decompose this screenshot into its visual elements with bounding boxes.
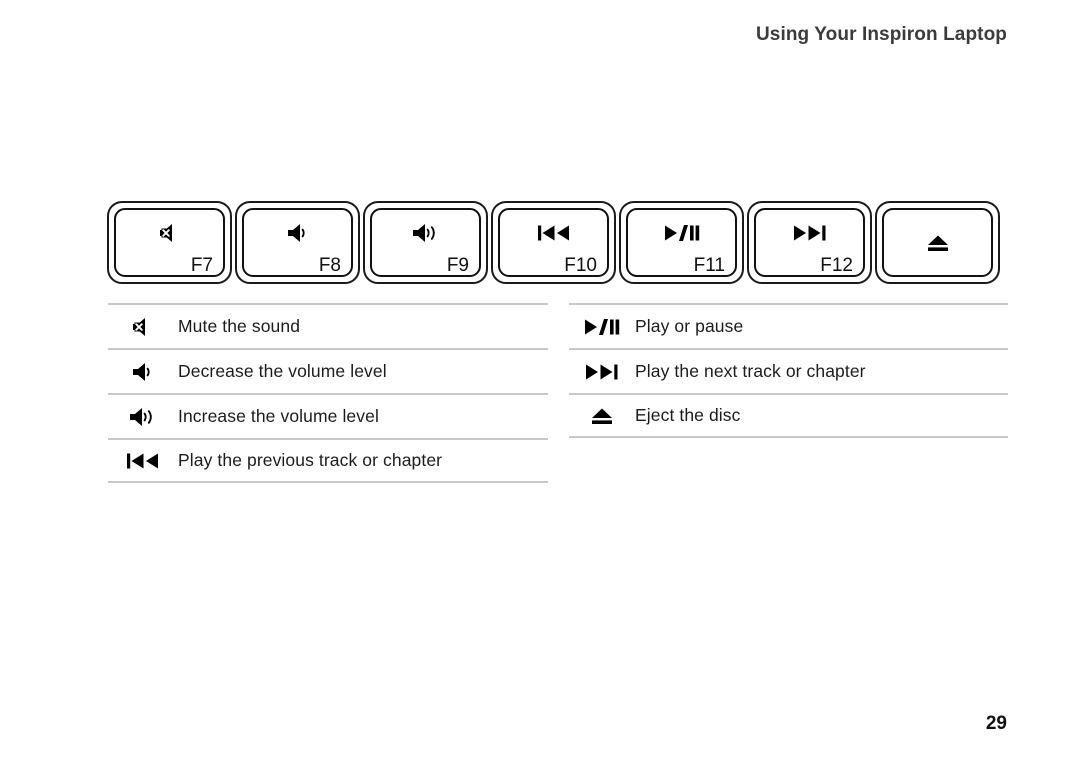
mute-icon	[108, 314, 178, 340]
page-number: 29	[985, 713, 1007, 734]
play-pause-icon	[621, 220, 742, 246]
key-f8-volume-down[interactable]: F8	[235, 201, 360, 284]
previous-track-icon	[493, 220, 614, 246]
key-label: F11	[693, 255, 725, 276]
key-f7-mute[interactable]: F7	[107, 201, 232, 284]
list-item-label: Play the next track or chapter	[635, 361, 866, 381]
list-item-label: Mute the sound	[178, 316, 301, 336]
list-item-label: Decrease the volume level	[178, 361, 387, 381]
mute-icon	[109, 220, 230, 246]
key-label: F10	[564, 255, 597, 276]
key-label: F12	[820, 255, 853, 276]
list-item-label: Play the previous track or chapter	[178, 450, 443, 470]
previous-track-icon	[108, 448, 178, 474]
list-item-label: Eject the disc	[635, 405, 741, 425]
key-label: F8	[318, 255, 341, 276]
volume-down-icon	[237, 220, 358, 246]
list-item: Play the previous track or chapter	[108, 438, 548, 483]
play-pause-icon	[569, 314, 635, 340]
legend-list-left: Mute the sound Decrease the volume level…	[108, 303, 548, 483]
key-f10-previous-track[interactable]: F10	[491, 201, 616, 284]
volume-up-icon	[108, 404, 178, 430]
next-track-icon	[569, 359, 635, 385]
eject-icon	[569, 403, 635, 429]
page-title: Using Your Inspiron Laptop	[755, 24, 1007, 45]
key-f11-play-pause[interactable]: F11	[619, 201, 744, 284]
list-item: Play the next track or chapter	[569, 348, 1008, 393]
list-item: Mute the sound	[108, 303, 548, 348]
list-item: Eject the disc	[569, 393, 1008, 438]
volume-up-icon	[365, 220, 486, 246]
key-label: F7	[190, 255, 213, 276]
list-item-label: Increase the volume level	[178, 406, 379, 426]
key-label: F9	[446, 255, 469, 276]
list-item: Play or pause	[569, 303, 1008, 348]
key-f9-volume-up[interactable]: F9	[363, 201, 488, 284]
legend-list-right: Play or pause Play the next track or cha…	[569, 303, 1008, 438]
next-track-icon	[749, 220, 870, 246]
eject-icon	[877, 203, 998, 282]
list-item-label: Play or pause	[635, 316, 744, 336]
key-f12-next-track[interactable]: F12	[747, 201, 872, 284]
list-item: Increase the volume level	[108, 393, 548, 438]
list-item: Decrease the volume level	[108, 348, 548, 393]
volume-down-icon	[108, 359, 178, 385]
function-key-row: F7 F8 F9 F10 F11 F12	[107, 201, 1000, 284]
key-eject[interactable]	[875, 201, 1000, 284]
